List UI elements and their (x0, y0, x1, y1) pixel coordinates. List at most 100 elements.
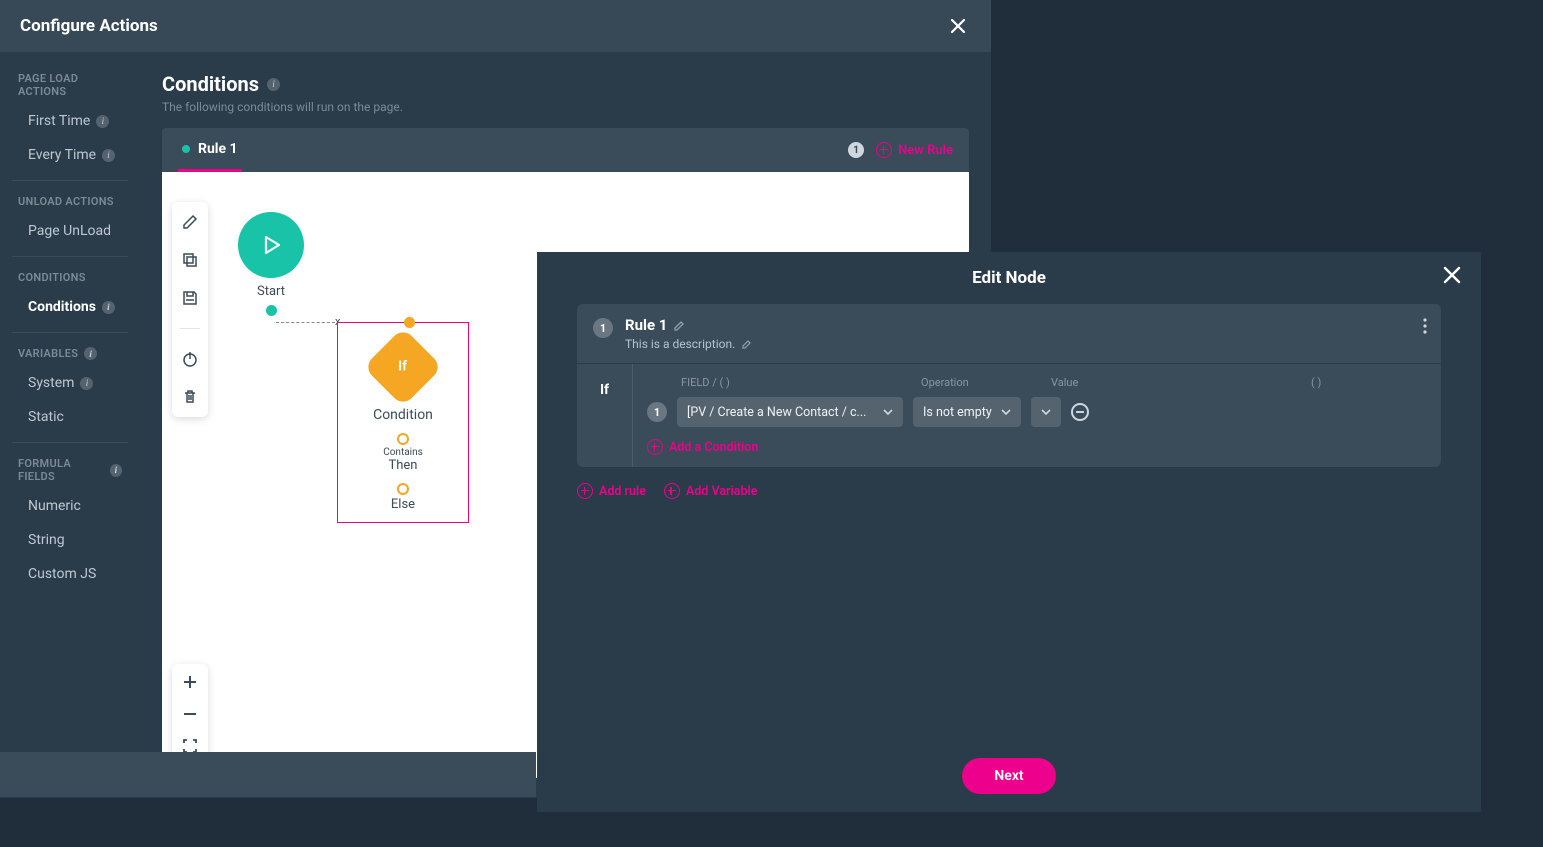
info-icon: i (80, 377, 93, 390)
node-then-port[interactable] (397, 433, 409, 445)
condition-row-number: 1 (647, 402, 667, 422)
rule-name-row: Rule 1 (625, 316, 1425, 334)
if-label: If (577, 364, 633, 467)
flow-edge[interactable] (276, 322, 340, 323)
divider (12, 442, 128, 443)
sidebar-item-string[interactable]: String (0, 523, 140, 557)
rule-card: 1 Rule 1 This is a description. If (577, 304, 1441, 467)
zoom-panel (172, 664, 208, 764)
divider (180, 328, 200, 329)
rule-conditions-area: If FIELD / ( ) Operation Value ( ) 1 [PV… (577, 363, 1441, 467)
rule-count-badge: 1 (848, 142, 864, 158)
divider (12, 180, 128, 181)
canvas-toolbar (172, 202, 208, 417)
plus-circle-icon (876, 142, 892, 158)
sidebar-item-conditions[interactable]: Conditionsi (0, 290, 140, 324)
page-title: Conditions (162, 72, 259, 96)
close-icon[interactable] (945, 13, 971, 39)
sidebar-section-variables: VARIABLESi (0, 341, 140, 366)
header-operation: Operation (921, 376, 1051, 389)
edit-panel-footer: Next (537, 740, 1481, 812)
rule-name: Rule 1 (625, 316, 667, 334)
info-icon: i (96, 115, 109, 128)
header-parentheses: ( ) (1311, 376, 1321, 389)
kebab-menu-icon[interactable] (1423, 318, 1427, 334)
condition-headers: FIELD / ( ) Operation Value ( ) (647, 376, 1427, 389)
tab-rule-1[interactable]: Rule 1 (178, 128, 242, 172)
info-icon: i (102, 149, 115, 162)
condition-label: Condition (338, 407, 468, 423)
sidebar-section-formula: FORMULA FIELDSi (0, 451, 140, 489)
value-select[interactable] (1031, 397, 1061, 427)
node-else-port[interactable] (397, 483, 409, 495)
pencil-icon[interactable] (741, 338, 753, 350)
panel-action-links: Add rule Add Variable (577, 483, 1441, 499)
next-button[interactable]: Next (962, 758, 1055, 794)
modal-title: Configure Actions (20, 16, 158, 36)
sidebar-section-unload: UNLOAD ACTIONS (0, 189, 140, 214)
divider (12, 332, 128, 333)
add-rule-button[interactable]: Add rule (577, 483, 646, 499)
info-icon[interactable]: i (267, 78, 280, 91)
condition-diamond-icon: If (363, 327, 442, 406)
condition-row: 1 [PV / Create a New Contact / c... Is n… (647, 397, 1427, 427)
edit-panel-title: Edit Node (972, 268, 1046, 288)
status-dot-icon (182, 145, 190, 153)
pencil-icon[interactable] (673, 319, 686, 332)
add-variable-button[interactable]: Add Variable (664, 483, 758, 499)
info-icon: i (110, 464, 122, 477)
zoom-in-icon[interactable] (180, 672, 200, 692)
condition-node[interactable]: If Condition Contains Then Else (337, 322, 469, 523)
chevron-down-icon (883, 409, 893, 415)
trash-icon[interactable] (180, 387, 200, 407)
power-icon[interactable] (180, 349, 200, 369)
plus-circle-icon (647, 439, 663, 455)
remove-condition-icon[interactable] (1071, 403, 1089, 421)
header-field: FIELD / ( ) (681, 376, 921, 389)
modal-header: Configure Actions (0, 0, 991, 52)
play-icon (238, 212, 304, 278)
zoom-out-icon[interactable] (180, 704, 200, 724)
sidebar-item-first-time[interactable]: First Timei (0, 104, 140, 138)
header-value: Value (1051, 376, 1311, 389)
new-rule-button[interactable]: New Rule (876, 142, 953, 158)
rule-card-header: 1 Rule 1 This is a description. (577, 304, 1441, 363)
sidebar-item-system[interactable]: Systemi (0, 366, 140, 400)
plus-circle-icon (577, 483, 593, 499)
edit-panel-body: 1 Rule 1 This is a description. If (537, 304, 1481, 740)
close-icon[interactable] (1441, 264, 1463, 286)
condition-contains-label: Contains (338, 447, 468, 458)
save-icon[interactable] (180, 288, 200, 308)
node-input-port[interactable] (404, 317, 415, 328)
chevron-down-icon (1001, 409, 1011, 415)
field-select[interactable]: [PV / Create a New Contact / c... (677, 397, 903, 427)
sidebar-item-static[interactable]: Static (0, 400, 140, 434)
rule-description-row: This is a description. (625, 337, 1425, 351)
start-label: Start (238, 284, 304, 299)
sidebar-item-page-unload[interactable]: Page UnLoad (0, 214, 140, 248)
add-condition-button[interactable]: Add a Condition (647, 439, 1427, 455)
info-icon: i (102, 301, 115, 314)
sidebar-section-page-load: PAGE LOAD ACTIONS (0, 66, 140, 104)
chevron-down-icon (1041, 409, 1051, 415)
sidebar: PAGE LOAD ACTIONS First Timei Every Time… (0, 52, 140, 798)
sidebar-section-conditions: CONDITIONS (0, 265, 140, 290)
condition-else-label: Else (338, 497, 468, 512)
divider (12, 256, 128, 257)
node-output-port[interactable] (266, 305, 277, 316)
pencil-icon[interactable] (180, 212, 200, 232)
start-node[interactable]: Start (238, 212, 304, 316)
copy-icon[interactable] (180, 250, 200, 270)
condition-then-label: Then (338, 458, 468, 473)
bottom-bar (0, 752, 536, 797)
plus-circle-icon (664, 483, 680, 499)
operation-select[interactable]: Is not empty (913, 397, 1021, 427)
edit-node-panel: Edit Node 1 Rule 1 This is a description… (537, 252, 1481, 812)
sidebar-item-custom-js[interactable]: Custom JS (0, 557, 140, 591)
edit-panel-header: Edit Node (537, 252, 1481, 304)
info-icon: i (84, 347, 97, 360)
rule-tab-bar: Rule 1 1 New Rule (162, 128, 969, 172)
sidebar-item-every-time[interactable]: Every Timei (0, 138, 140, 172)
sidebar-item-numeric[interactable]: Numeric (0, 489, 140, 523)
page-subtitle: The following conditions will run on the… (162, 100, 969, 114)
